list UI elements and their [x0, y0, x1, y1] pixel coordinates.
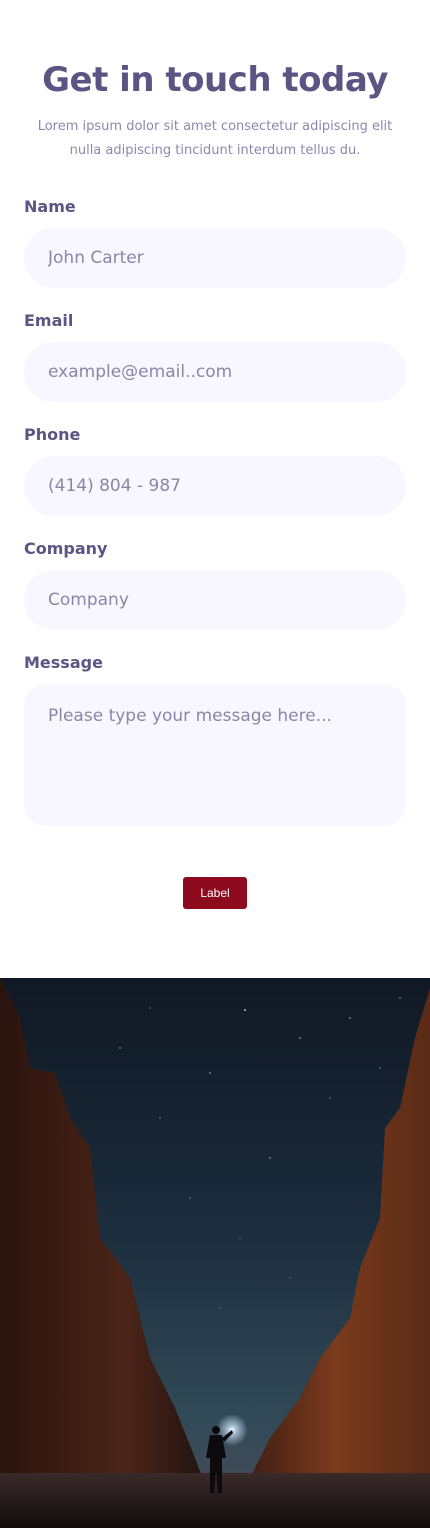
phone-label: Phone: [24, 425, 81, 444]
submit-button[interactable]: Label: [183, 877, 247, 909]
message-textarea[interactable]: [24, 684, 406, 826]
email-label: Email: [24, 311, 74, 330]
page-title: Get in touch today: [42, 60, 388, 100]
company-input[interactable]: [24, 570, 406, 630]
page-subtitle: Lorem ipsum dolor sit amet consectetur a…: [37, 119, 393, 158]
email-input[interactable]: [24, 342, 406, 402]
contact-form-section: Get in touch today Lorem ipsum dolor sit…: [0, 0, 430, 978]
name-label: Name: [24, 197, 76, 216]
night-canyon-photo: [0, 978, 430, 1528]
phone-input[interactable]: [24, 456, 406, 516]
company-label: Company: [24, 539, 108, 558]
message-label: Message: [24, 653, 103, 672]
name-input[interactable]: [24, 228, 406, 288]
